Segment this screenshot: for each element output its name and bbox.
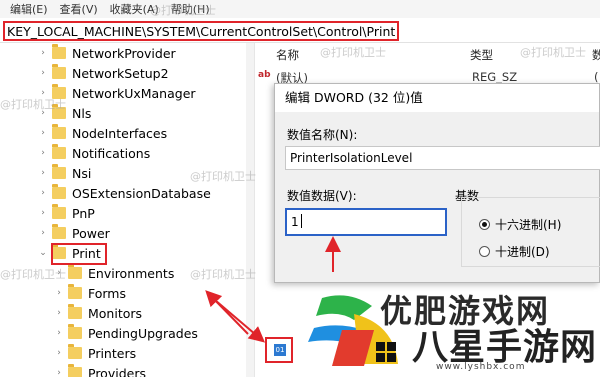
watermark-4: @打印机卫士 [0,98,66,111]
logo-url: www.lyshbx.com [436,362,526,372]
watermark-1: @打印机卫士 [150,4,216,17]
site-watermark-logo: 优肥游戏网 八星手游网 www.lyshbx.com [294,278,600,377]
arrow-to-icon [214,299,266,343]
watermark-7: @打印机卫士 [0,268,66,281]
arrow-to-print [205,290,249,335]
registry-editor-window: 编辑(E) 查看(V) 收藏夹(A) 帮助(H) KEY_LOCAL_MACHI… [0,0,600,377]
watermark-2: @打印机卫士 [320,46,386,59]
watermark-3: @打印机卫士 [520,46,586,59]
watermark-5: @打印机卫士 [190,170,256,183]
watermark-6: @打印机卫士 [190,268,256,281]
